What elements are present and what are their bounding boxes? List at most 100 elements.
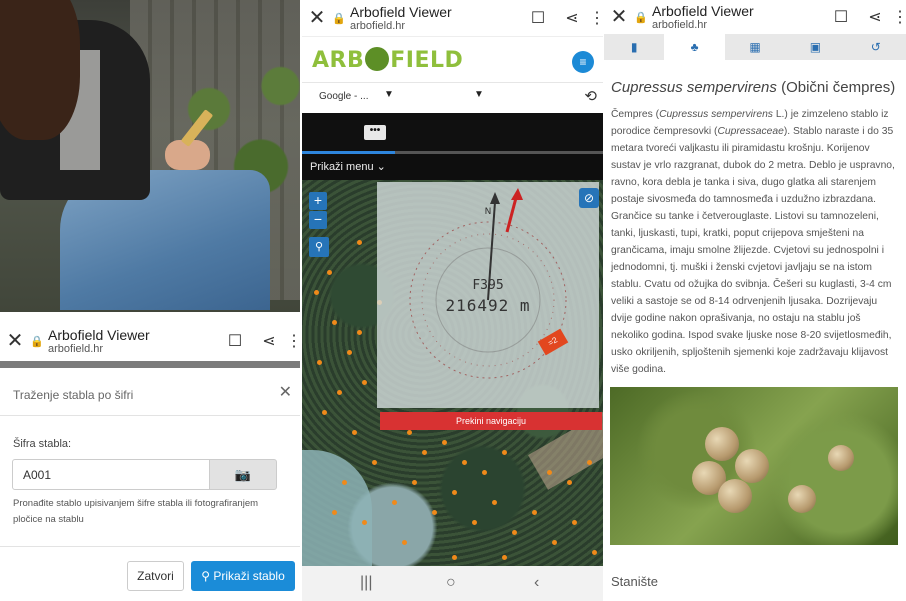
bookmark-icon[interactable]: ☐ (218, 331, 252, 351)
more-icon[interactable]: ⋮ (892, 7, 906, 27)
svg-text:N: N (485, 207, 492, 217)
browser-url[interactable]: arbofield.hr (48, 343, 218, 356)
tree-marker[interactable] (392, 500, 397, 505)
screen-tree-search: ✕ 🔒 Arbofield Viewer arbofield.hr ☐ ⋖ ⋮ … (0, 0, 300, 601)
close-icon[interactable]: ✕ (0, 331, 30, 351)
chevron-down-icon[interactable]: ▼ (384, 89, 394, 100)
browser-url[interactable]: arbofield.hr (652, 19, 824, 32)
leaf-icon (365, 47, 390, 71)
tree-marker[interactable] (532, 510, 537, 515)
home-icon[interactable]: ○ (446, 574, 456, 592)
more-options-button[interactable]: ••• (364, 125, 386, 140)
browser-url[interactable]: arbofield.hr (350, 20, 521, 33)
tree-marker[interactable] (402, 540, 407, 545)
stop-navigation-button[interactable]: Prekini navigaciju (380, 412, 602, 430)
show-menu-label: Prikaži menu (310, 161, 374, 173)
search-icon: ⚲ (201, 569, 211, 583)
tree-marker[interactable] (322, 410, 327, 415)
share-icon[interactable]: ⋖ (252, 331, 286, 351)
bookmark-icon[interactable]: ☐ (824, 7, 858, 27)
tree-marker[interactable] (314, 290, 319, 295)
section-heading: Stanište (611, 574, 658, 589)
tree-marker[interactable] (432, 510, 437, 515)
rotate-icon[interactable]: ⟲ (584, 87, 597, 105)
bookmark-icon[interactable]: ☐ (521, 8, 555, 28)
tree-marker[interactable] (502, 555, 507, 560)
tree-marker[interactable] (452, 490, 457, 495)
more-icon[interactable]: ⋮ (286, 331, 300, 351)
tree-marker[interactable] (482, 470, 487, 475)
modal-close-icon[interactable]: ✕ (279, 382, 292, 402)
target-tree-code: F395 (472, 278, 504, 293)
lock-icon: 🔒 (332, 12, 346, 25)
chevron-down-icon[interactable]: ▼ (474, 89, 484, 100)
tree-marker[interactable] (347, 350, 352, 355)
tree-marker[interactable] (412, 480, 417, 485)
tab-bookmark-icon[interactable]: ▮ (604, 34, 664, 60)
camera-button[interactable]: 📷 (209, 459, 277, 490)
tree-code-input[interactable] (12, 459, 210, 490)
tree-marker[interactable] (372, 460, 377, 465)
compass-icon[interactable]: ⊘ (579, 188, 599, 208)
tab-gallery-icon[interactable]: ▣ (785, 34, 845, 60)
tree-marker[interactable] (452, 555, 457, 560)
overlay-strip (0, 361, 300, 368)
tree-marker[interactable] (462, 460, 467, 465)
modal-title: Traženje stabla po šifri (13, 388, 134, 402)
tree-marker[interactable] (327, 270, 332, 275)
zoom-out-button[interactable]: − (309, 211, 327, 229)
close-icon[interactable]: ✕ (604, 7, 634, 27)
map-search-button[interactable]: ⚲ (309, 237, 329, 257)
show-menu-toggle[interactable]: Prikaži menu ⌄ (302, 154, 603, 180)
tree-marker[interactable] (407, 430, 412, 435)
tree-marker[interactable] (512, 530, 517, 535)
satellite-map[interactable]: + − ⚲ N F395 216492 m =2 ⊘ Prekini navig… (302, 180, 603, 566)
tree-marker[interactable] (472, 520, 477, 525)
target-distance: 216492 m (445, 296, 531, 315)
show-tree-button[interactable]: ⚲ Prikaži stablo (191, 561, 295, 591)
tab-map-icon[interactable]: ▦ (725, 34, 785, 60)
species-description: Čempres (Cupressus sempervirens L.) je z… (611, 109, 895, 375)
tree-marker[interactable] (352, 430, 357, 435)
tree-marker[interactable] (332, 510, 337, 515)
tree-marker[interactable] (567, 480, 572, 485)
tree-marker[interactable] (587, 460, 592, 465)
tree-marker[interactable] (492, 500, 497, 505)
tree-marker[interactable] (332, 320, 337, 325)
show-tree-label: Prikaži stablo (213, 569, 285, 583)
close-button[interactable]: Zatvori (127, 561, 184, 591)
tree-marker[interactable] (442, 440, 447, 445)
tree-marker[interactable] (592, 550, 597, 555)
lock-icon: 🔒 (30, 335, 44, 348)
tree-marker[interactable] (362, 520, 367, 525)
close-icon[interactable]: ✕ (302, 8, 332, 28)
species-title: Cupressus sempervirens (Obični čempres) (611, 79, 895, 96)
tree-marker[interactable] (357, 240, 362, 245)
tree-marker[interactable] (502, 450, 507, 455)
tree-marker[interactable] (337, 390, 342, 395)
tree-marker[interactable] (317, 360, 322, 365)
hamburger-menu-button[interactable]: ≡ (572, 51, 594, 73)
detail-tabs: ▮ ♣ ▦ ▣ ↺ (604, 34, 906, 60)
tab-tree-icon[interactable]: ♣ (664, 34, 725, 60)
tree-marker[interactable] (342, 480, 347, 485)
lock-icon: 🔒 (634, 11, 648, 24)
recents-icon[interactable]: ||| (360, 574, 372, 592)
screen-navigation-map: ✕ 🔒 Arbofield Viewer arbofield.hr ☐ ⋖ ⋮ … (302, 0, 603, 601)
back-icon[interactable]: ‹ (534, 574, 539, 592)
zoom-in-button[interactable]: + (309, 192, 327, 210)
more-icon[interactable]: ⋮ (589, 8, 603, 28)
tree-marker[interactable] (547, 470, 552, 475)
share-icon[interactable]: ⋖ (858, 7, 892, 27)
tree-marker[interactable] (362, 380, 367, 385)
layer-select[interactable]: Google - ... (319, 91, 368, 102)
tab-history-icon[interactable]: ↺ (846, 34, 906, 60)
compass-dial: N (409, 188, 567, 379)
screen-species-detail: ✕ 🔒 Arbofield Viewer arbofield.hr ☐ ⋖ ⋮ … (604, 0, 906, 601)
share-icon[interactable]: ⋖ (555, 8, 589, 28)
tree-code-label: Šifra stabla: (13, 438, 72, 450)
tree-marker[interactable] (552, 540, 557, 545)
tree-marker[interactable] (422, 450, 427, 455)
tree-marker[interactable] (357, 330, 362, 335)
tree-marker[interactable] (572, 520, 577, 525)
